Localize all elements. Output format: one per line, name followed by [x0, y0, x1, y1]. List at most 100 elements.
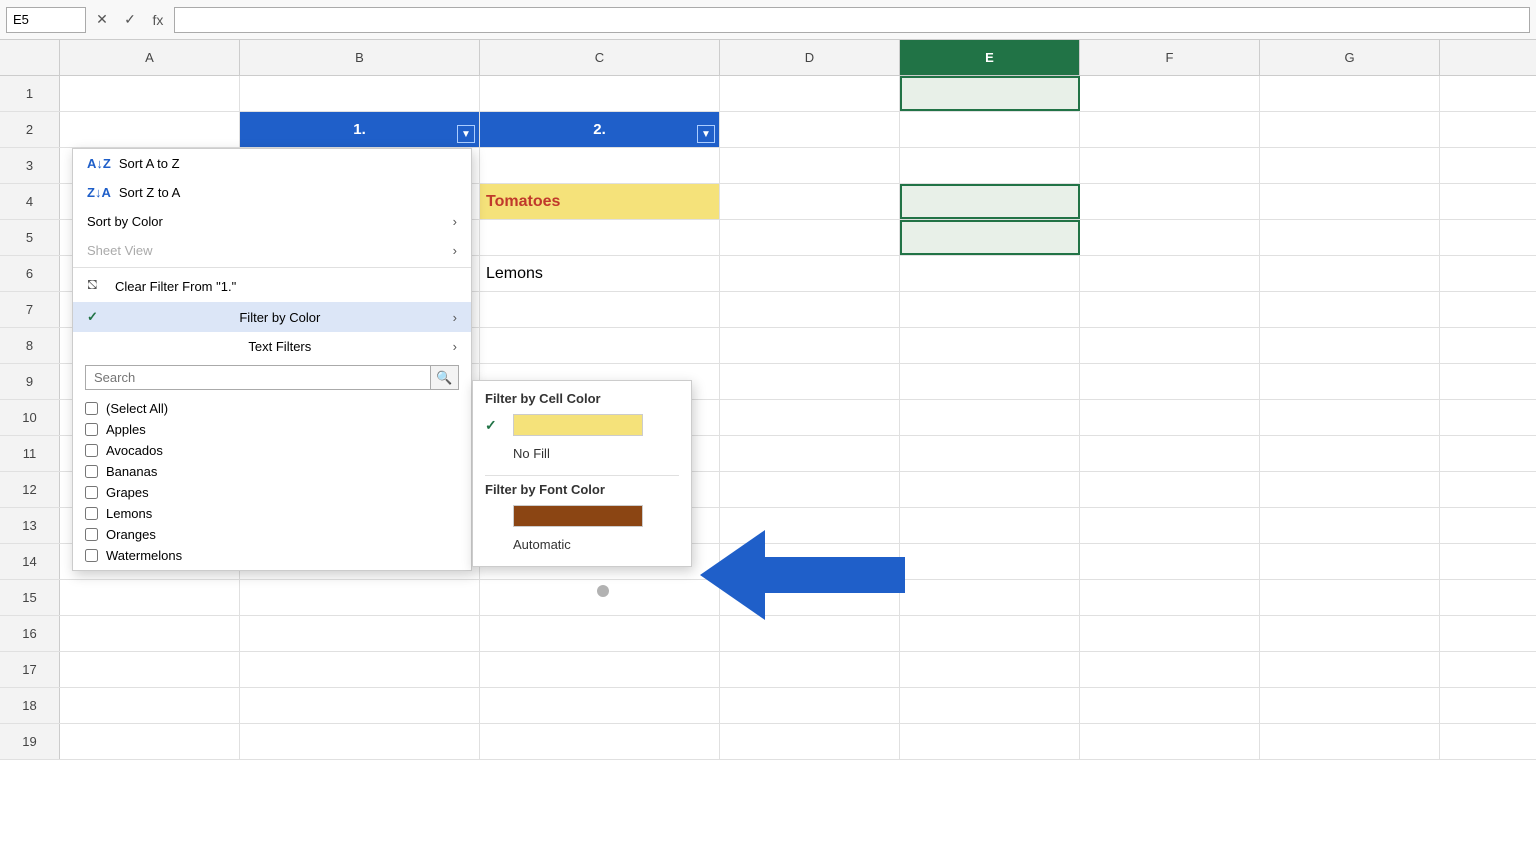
- row-header-17[interactable]: 17: [0, 652, 60, 687]
- cell-color-row[interactable]: ✓: [485, 414, 679, 436]
- checkbox-watermelons[interactable]: [85, 549, 98, 562]
- row-header-3[interactable]: 3: [0, 148, 60, 183]
- checkbox-bananas[interactable]: [85, 465, 98, 478]
- font-color-row[interactable]: ✓: [485, 505, 679, 527]
- row-header-12[interactable]: 12: [0, 472, 60, 507]
- row-header-11[interactable]: 11: [0, 436, 60, 471]
- formula-input[interactable]: [174, 7, 1530, 33]
- filter-button-c2[interactable]: ▼: [697, 125, 715, 143]
- filter-button-b2[interactable]: ▼: [457, 125, 475, 143]
- search-input[interactable]: [86, 366, 430, 389]
- row-header-16[interactable]: 16: [0, 616, 60, 651]
- cell-f6[interactable]: [1080, 256, 1260, 291]
- cell-d5[interactable]: [720, 220, 900, 255]
- check-avocados[interactable]: Avocados: [85, 440, 459, 461]
- cell-c1[interactable]: [480, 76, 720, 111]
- checkbox-select-all[interactable]: [85, 402, 98, 415]
- search-button[interactable]: 🔍: [430, 366, 458, 389]
- clear-filter-item[interactable]: ⛞ Clear Filter From "1.": [73, 270, 471, 302]
- cell-e3[interactable]: [900, 148, 1080, 183]
- row-header-18[interactable]: 18: [0, 688, 60, 723]
- cell-g4[interactable]: [1260, 184, 1440, 219]
- cell-d4[interactable]: [720, 184, 900, 219]
- col-header-f[interactable]: F: [1080, 40, 1260, 75]
- no-fill-option[interactable]: No Fill: [485, 442, 679, 469]
- cell-f5[interactable]: [1080, 220, 1260, 255]
- cell-f4[interactable]: [1080, 184, 1260, 219]
- cell-f2[interactable]: [1080, 112, 1260, 147]
- col-header-e[interactable]: E: [900, 40, 1080, 75]
- automatic-label: Automatic: [513, 537, 571, 552]
- confirm-button[interactable]: ✓: [118, 8, 142, 32]
- col-header-g[interactable]: G: [1260, 40, 1440, 75]
- row-header-5[interactable]: 5: [0, 220, 60, 255]
- row-header-2[interactable]: 2: [0, 112, 60, 147]
- cell-a1[interactable]: [60, 76, 240, 111]
- check-watermelons[interactable]: Watermelons: [85, 545, 459, 566]
- check-lemons[interactable]: Lemons: [85, 503, 459, 524]
- cell-c5[interactable]: [480, 220, 720, 255]
- col-header-c[interactable]: C: [480, 40, 720, 75]
- cell-c6[interactable]: Lemons: [480, 256, 720, 291]
- sort-color-item[interactable]: Sort by Color ›: [73, 207, 471, 236]
- cell-reference-box[interactable]: E5: [6, 7, 86, 33]
- checkbox-avocados[interactable]: [85, 444, 98, 457]
- check-grapes[interactable]: Grapes: [85, 482, 459, 503]
- automatic-option[interactable]: Automatic: [485, 533, 679, 556]
- filter-color-item[interactable]: ✓ Filter by Color ›: [73, 302, 471, 332]
- cell-g2[interactable]: [1260, 112, 1440, 147]
- row-header-14[interactable]: 14: [0, 544, 60, 579]
- checkbox-oranges[interactable]: [85, 528, 98, 541]
- cell-e5[interactable]: [900, 220, 1080, 255]
- sheet-view-item[interactable]: Sheet View ›: [73, 236, 471, 265]
- cell-e4[interactable]: [900, 184, 1080, 219]
- cell-b1[interactable]: [240, 76, 480, 111]
- sort-za-item[interactable]: Z↓A Sort Z to A: [73, 178, 471, 207]
- cell-d1[interactable]: [720, 76, 900, 111]
- checkbox-apples[interactable]: [85, 423, 98, 436]
- check-bananas[interactable]: Bananas: [85, 461, 459, 482]
- cell-g3[interactable]: [1260, 148, 1440, 183]
- row-header-8[interactable]: 8: [0, 328, 60, 363]
- row-header-7[interactable]: 7: [0, 292, 60, 327]
- cell-c2[interactable]: 2. ▼: [480, 112, 720, 147]
- cell-d2[interactable]: [720, 112, 900, 147]
- row-header-6[interactable]: 6: [0, 256, 60, 291]
- cell-color-swatch[interactable]: [513, 414, 643, 436]
- cell-g5[interactable]: [1260, 220, 1440, 255]
- row-header-13[interactable]: 13: [0, 508, 60, 543]
- row-header-15[interactable]: 15: [0, 580, 60, 615]
- col-header-b[interactable]: B: [240, 40, 480, 75]
- cell-e2[interactable]: [900, 112, 1080, 147]
- row-header-19[interactable]: 19: [0, 724, 60, 759]
- cell-c3[interactable]: [480, 148, 720, 183]
- cell-a2[interactable]: [60, 112, 240, 147]
- row-header-1[interactable]: 1: [0, 76, 60, 111]
- cell-c4[interactable]: Tomatoes: [480, 184, 720, 219]
- row-header-10[interactable]: 10: [0, 400, 60, 435]
- col-header-a[interactable]: A: [60, 40, 240, 75]
- check-apples[interactable]: Apples: [85, 419, 459, 440]
- cell-b2[interactable]: 1. ▼: [240, 112, 480, 147]
- cell-f3[interactable]: [1080, 148, 1260, 183]
- cell-d3[interactable]: [720, 148, 900, 183]
- col-header-d[interactable]: D: [720, 40, 900, 75]
- text-filters-item[interactable]: Text Filters ›: [73, 332, 471, 361]
- row-header-9[interactable]: 9: [0, 364, 60, 399]
- check-select-all[interactable]: (Select All): [85, 398, 459, 419]
- cell-g1[interactable]: [1260, 76, 1440, 111]
- check-oranges[interactable]: Oranges: [85, 524, 459, 545]
- cell-g6[interactable]: [1260, 256, 1440, 291]
- cell-f1[interactable]: [1080, 76, 1260, 111]
- font-color-swatch[interactable]: [513, 505, 643, 527]
- row-header-4[interactable]: 4: [0, 184, 60, 219]
- sort-az-item[interactable]: A↓Z Sort A to Z: [73, 149, 471, 178]
- cancel-button[interactable]: ✕: [90, 8, 114, 32]
- cell-e6[interactable]: [900, 256, 1080, 291]
- checkbox-lemons[interactable]: [85, 507, 98, 520]
- arrow-body: [765, 557, 905, 593]
- cell-d6[interactable]: [720, 256, 900, 291]
- cell-e1[interactable]: [900, 76, 1080, 111]
- checkbox-grapes[interactable]: [85, 486, 98, 499]
- fx-button[interactable]: fx: [146, 8, 170, 32]
